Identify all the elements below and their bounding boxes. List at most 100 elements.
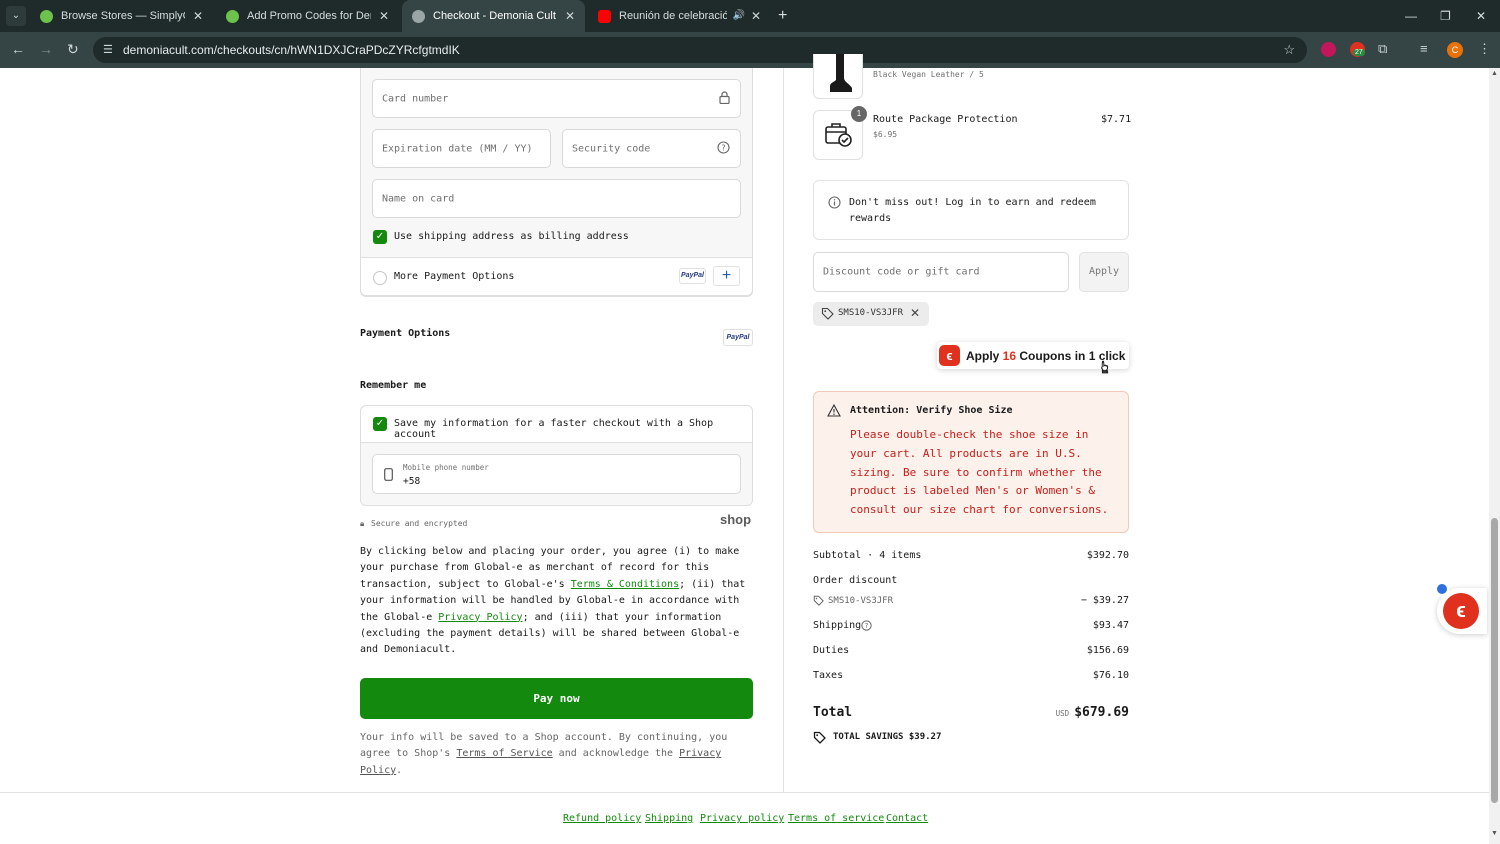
- audio-playing-icon[interactable]: 🔊: [733, 0, 745, 32]
- paypal-button[interactable]: PayPal: [723, 329, 753, 346]
- url-text[interactable]: demoniacult.com/checkouts/cn/hWN1DXJCraP…: [123, 43, 460, 57]
- scroll-down-icon[interactable]: ▼: [1491, 830, 1498, 837]
- terms-of-service-link[interactable]: Terms of service: [788, 813, 884, 824]
- simplycodes-favicon-icon: [40, 10, 53, 23]
- remove-code-icon[interactable]: ✕: [910, 306, 920, 320]
- total-value: $679.69: [1074, 705, 1129, 720]
- media-control-icon[interactable]: ≡: [1420, 41, 1428, 56]
- terms-conditions-link[interactable]: Terms & Conditions: [571, 579, 679, 590]
- profile-avatar[interactable]: C: [1447, 42, 1463, 58]
- card-number-placeholder: Card number: [382, 93, 449, 104]
- order-discount-label: Order discount: [813, 575, 898, 586]
- tab-browse-stores[interactable]: Browse Stores — SimplyCodes ✕: [30, 0, 213, 32]
- remember-me-heading: Remember me: [360, 380, 427, 391]
- shipping-help-icon[interactable]: ?: [861, 620, 872, 634]
- menu-kebab-icon[interactable]: ⋮: [1478, 41, 1491, 57]
- forward-icon[interactable]: →: [39, 41, 53, 57]
- security-code-field[interactable]: Security code ?: [562, 129, 741, 168]
- pay-now-button[interactable]: Pay now: [360, 678, 753, 719]
- tab-add-promo[interactable]: Add Promo Codes for Demonia ✕: [216, 0, 399, 32]
- secure-encrypted-label: Secure and encrypted: [371, 519, 468, 528]
- name-on-card-field[interactable]: Name on card: [372, 179, 741, 218]
- close-tab-icon[interactable]: ✕: [193, 0, 203, 32]
- restore-button[interactable]: ❐: [1440, 0, 1451, 32]
- tab-title: Browse Stores — SimplyCodes: [61, 10, 185, 22]
- apply-discount-button[interactable]: Apply: [1079, 252, 1129, 292]
- attention-title: Attention: Verify Shoe Size: [850, 405, 1013, 416]
- billing-address-label: Use shipping address as billing address: [394, 231, 629, 242]
- security-code-placeholder: Security code: [572, 143, 651, 154]
- tab-search-button[interactable]: ⌄: [6, 6, 26, 26]
- mobile-phone-value[interactable]: +58: [403, 476, 420, 487]
- shipping-link[interactable]: Shipping: [645, 813, 693, 824]
- browser-toolbar: ← → ↻ ☰ demoniacult.com/checkouts/cn/hWN…: [0, 32, 1500, 68]
- help-circle-icon[interactable]: ?: [717, 140, 730, 157]
- shop-account-note: Your info will be saved to a Shop accoun…: [360, 730, 755, 779]
- reload-icon[interactable]: ↻: [67, 41, 79, 58]
- checkout-page: Card number Expiration date (MM / YY) Se…: [0, 54, 1500, 844]
- duties-value: $156.69: [1086, 645, 1129, 656]
- card-number-field[interactable]: Card number: [372, 79, 741, 118]
- paypal-logo: PayPal: [679, 268, 706, 284]
- subtotal-value: $392.70: [1086, 550, 1129, 561]
- back-icon[interactable]: ←: [11, 41, 25, 57]
- apply-coupons-button[interactable]: ϵ Apply 16 Coupons in 1 click 👆︎: [937, 342, 1129, 377]
- mobile-phone-field[interactable]: Mobile phone number +58: [372, 454, 741, 494]
- shipping-row: Shipping ? $93.47: [813, 620, 1129, 631]
- scrollbar-thumb[interactable]: [1491, 518, 1498, 803]
- legal-consent-text: By clicking below and placing your order…: [360, 544, 755, 659]
- product-thumbnail: [813, 54, 863, 99]
- shop-terms-link[interactable]: Terms of Service: [456, 748, 552, 759]
- bookmark-star-icon[interactable]: ☆: [1283, 42, 1295, 58]
- rewards-info-box: Don't miss out! Log in to earn and redee…: [813, 180, 1129, 240]
- discount-code-label: SMS10-VS3JFR: [828, 596, 894, 606]
- name-on-card-placeholder: Name on card: [382, 193, 455, 204]
- close-tab-icon[interactable]: ✕: [565, 0, 575, 32]
- expand-plus-icon[interactable]: +: [713, 266, 740, 286]
- refund-policy-link[interactable]: Refund policy: [563, 813, 641, 824]
- page-footer: Refund policy Shipping Privacy policy Te…: [0, 792, 1489, 844]
- total-label: Total: [813, 705, 853, 720]
- column-divider: [783, 68, 784, 792]
- discount-code-input[interactable]: Discount code or gift card: [813, 252, 1069, 292]
- shipping-value: $93.47: [1092, 620, 1129, 631]
- item1-variant: Black Vegan Leather / 5: [873, 70, 984, 79]
- simplycodes-logo-icon: ϵ: [939, 345, 960, 366]
- close-window-button[interactable]: ✕: [1476, 0, 1486, 32]
- coupon-count: 16: [1002, 349, 1017, 363]
- attention-body: Please double-check the shoe size in you…: [850, 428, 1109, 517]
- save-info-row[interactable]: ✓ Save my information for a faster check…: [361, 406, 752, 443]
- phone-icon: [384, 468, 393, 486]
- tab-reunion[interactable]: Reunión de celebración | Ro 🔊 ✕: [588, 0, 771, 32]
- total-row: Total USD $679.69: [813, 705, 1129, 725]
- scroll-up-icon[interactable]: ▲: [1491, 70, 1498, 77]
- tag-icon: [821, 307, 834, 322]
- close-tab-icon[interactable]: ✕: [379, 0, 389, 32]
- extensions-puzzle-icon[interactable]: ⧉: [1378, 41, 1387, 57]
- save-info-checkbox[interactable]: ✓: [373, 417, 387, 431]
- more-payment-radio[interactable]: [373, 271, 387, 285]
- new-tab-button[interactable]: +: [778, 0, 787, 32]
- note-text-3: .: [396, 764, 403, 776]
- minimize-button[interactable]: —: [1405, 0, 1417, 32]
- expiration-placeholder: Expiration date (MM / YY): [382, 143, 533, 154]
- privacy-policy-link[interactable]: Privacy Policy: [438, 612, 522, 623]
- order-discount-row: Order discount: [813, 575, 1129, 586]
- expiration-date-field[interactable]: Expiration date (MM / YY): [372, 129, 551, 168]
- site-info-icon[interactable]: ☰: [103, 43, 113, 56]
- tab-title: Checkout - Demonia Cult: [433, 10, 556, 22]
- privacy-policy-footer-link[interactable]: Privacy policy: [700, 813, 784, 824]
- applied-code-text: SMS10-VS3JFR: [838, 308, 904, 318]
- youtube-favicon-icon: [598, 10, 611, 23]
- address-bar[interactable]: ☰ demoniacult.com/checkouts/cn/hWN1DXJCr…: [93, 37, 1307, 63]
- billing-address-checkbox[interactable]: ✓: [373, 230, 387, 244]
- tab-checkout[interactable]: Checkout - Demonia Cult ✕: [402, 0, 585, 32]
- item2-original-price: $6.95: [873, 130, 898, 139]
- more-payment-options-row[interactable]: More Payment Options PayPal +: [360, 257, 753, 296]
- close-tab-icon[interactable]: ✕: [751, 0, 761, 32]
- extension-shield-icon[interactable]: [1321, 42, 1336, 57]
- simplycodes-floating-button[interactable]: ϵ: [1435, 582, 1487, 634]
- package-protection-icon: [825, 122, 853, 153]
- contact-link[interactable]: Contact: [886, 813, 928, 824]
- page-scrollbar[interactable]: ▲ ▼: [1489, 68, 1500, 844]
